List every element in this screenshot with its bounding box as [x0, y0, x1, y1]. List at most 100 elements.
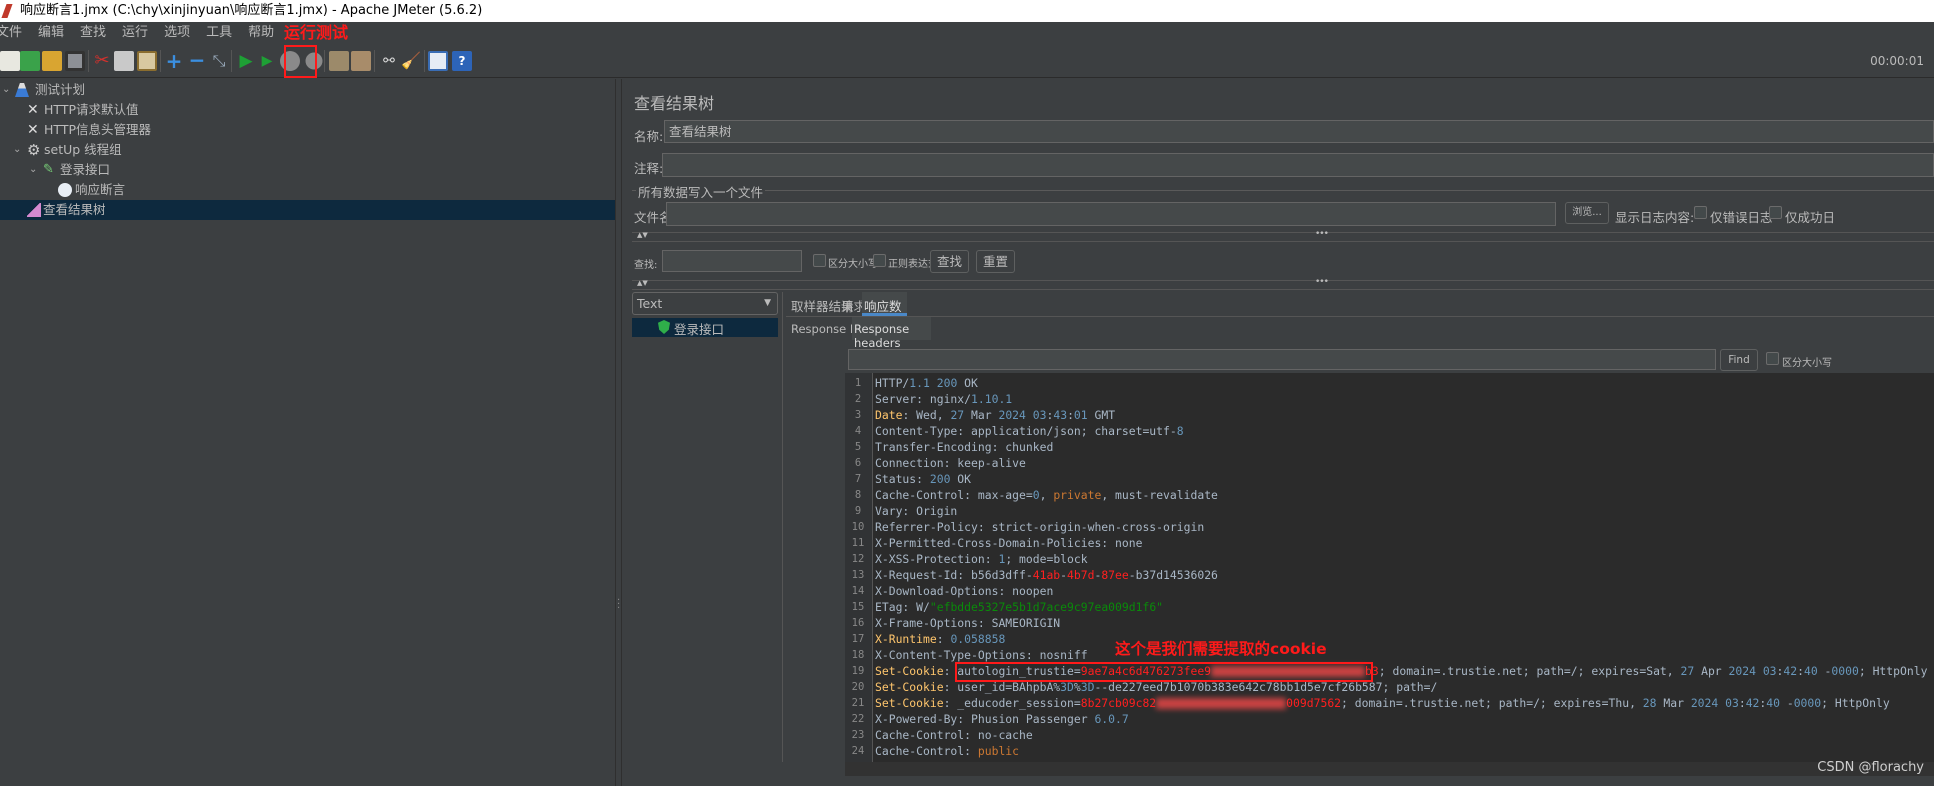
name-input[interactable]: 查看结果树: [664, 120, 1934, 143]
code-token: ; domain=.trustie.net; path=/; expires=T…: [1341, 696, 1643, 710]
search-input[interactable]: [662, 250, 802, 272]
horizontal-scrollbar[interactable]: [845, 762, 1934, 776]
templates-icon[interactable]: [20, 51, 40, 71]
tab-response-data[interactable]: 响应数据: [862, 292, 907, 333]
menu-options[interactable]: 选项: [156, 22, 198, 44]
tabs-divider: [786, 316, 1934, 317]
start-no-pause-icon[interactable]: ▶: [257, 51, 277, 71]
reset-button[interactable]: 重置: [976, 250, 1015, 273]
code-token: Transfer-Encoding: chunked: [875, 440, 1054, 454]
comment-input[interactable]: [662, 153, 1934, 177]
filename-input[interactable]: [666, 202, 1556, 226]
menu-search[interactable]: 查找: [72, 22, 114, 44]
code-token: Mar: [1656, 696, 1691, 710]
code-token: --de227eed7b1070b383e642c78bb1d5e7cf26b5…: [1094, 680, 1438, 694]
split-divider-top[interactable]: ▲▼ •••: [632, 229, 1934, 242]
clear-all-icon[interactable]: [351, 51, 371, 71]
assertion-icon: [58, 183, 72, 197]
code-token: HTTP/: [875, 376, 910, 390]
code-token: X-Runtime: [875, 632, 937, 646]
line-number: 3: [854, 409, 862, 421]
chevron-down-icon[interactable]: ⌄: [13, 140, 21, 160]
search-icon[interactable]: ⚯: [379, 51, 399, 71]
split-pane-divider[interactable]: · · ·: [615, 79, 622, 786]
code-token: GMT: [1087, 408, 1116, 422]
cut-icon[interactable]: ✂: [92, 51, 112, 71]
code-token: Server: nginx/: [875, 392, 972, 406]
paste-icon[interactable]: [137, 51, 157, 71]
expand-icon[interactable]: +: [164, 51, 184, 71]
code-line: ETag: W/"efbdde5327e5b1d7ace9c97ea009d1f…: [875, 599, 1163, 615]
code-token: ; domain=.trustie.net; path=/; expires=S…: [1378, 664, 1681, 678]
tree-item-login-sampler[interactable]: ⌄ ✎ 登录接口: [0, 160, 615, 180]
menu-edit[interactable]: 编辑: [30, 22, 72, 44]
split-divider-bottom[interactable]: ▲▼ •••: [632, 277, 1934, 290]
code-token: X-Download-Options: noopen: [875, 584, 1054, 598]
tree-item-label: 测试计划: [35, 82, 86, 97]
renderer-select[interactable]: Text ▼: [632, 292, 778, 315]
open-icon[interactable]: [42, 51, 62, 71]
code-token: : user_id=BAhpbA%: [943, 680, 1061, 694]
code-token: ; HttpOnly: [1858, 664, 1928, 678]
code-token: Cache-Control: max-age=: [875, 488, 1033, 502]
tree-item-response-assertion[interactable]: 响应断言: [0, 180, 615, 200]
code-token: 41ab: [1032, 568, 1061, 582]
find-input[interactable]: [848, 349, 1716, 370]
help-icon[interactable]: ?: [452, 51, 472, 71]
success-only-label: 仅成功日: [1785, 210, 1836, 225]
menu-help[interactable]: 帮助: [240, 22, 282, 44]
clear-icon[interactable]: [329, 51, 349, 71]
tree-item-label: HTTP信息头管理器: [44, 122, 151, 137]
code-token: Set-Cookie: [875, 696, 944, 710]
tree-item-view-results-tree[interactable]: 查看结果树: [0, 200, 615, 220]
browse-button[interactable]: 浏览...: [1565, 202, 1609, 224]
code-token: 8: [1176, 424, 1184, 438]
find-case-checkbox[interactable]: [1766, 352, 1779, 365]
chevron-down-icon[interactable]: ⌄: [29, 160, 37, 180]
tree-item-header-manager[interactable]: ✕ HTTP信息头管理器: [0, 120, 615, 140]
line-number: 6: [854, 457, 862, 469]
line-number: 17: [851, 633, 865, 645]
toggle-icon[interactable]: ⤡: [209, 51, 229, 71]
chevron-down-icon[interactable]: ⌄: [2, 80, 10, 100]
success-only-checkbox[interactable]: [1769, 206, 1782, 219]
search-button[interactable]: 查找: [930, 250, 969, 273]
find-case-label: 区分大小写: [1782, 358, 1832, 369]
code-token: 0000: [1793, 696, 1822, 710]
copy-icon[interactable]: [114, 51, 134, 71]
log-display-label: 显示日志内容:: [1615, 210, 1695, 225]
result-item[interactable]: 登录接口: [632, 318, 778, 337]
subtab-response-headers[interactable]: Response headers: [852, 317, 931, 350]
tree-item-http-defaults[interactable]: ✕ HTTP请求默认值: [0, 100, 615, 120]
code-token: 01: [1073, 408, 1088, 422]
code-token: ETag: W/: [875, 600, 930, 614]
errors-only-checkbox[interactable]: [1694, 206, 1707, 219]
code-token: 42: [1745, 696, 1760, 710]
code-token: Set-Cookie: [875, 664, 944, 678]
code-token: 40: [1766, 696, 1780, 710]
reset-search-icon[interactable]: 🧹: [401, 51, 421, 71]
menu-tools[interactable]: 工具: [198, 22, 240, 44]
collapse-icon[interactable]: −: [187, 50, 207, 71]
code-token: :: [936, 632, 951, 646]
tree-item-test-plan[interactable]: ⌄ 测试计划: [0, 80, 615, 100]
find-button[interactable]: Find: [1720, 349, 1758, 371]
save-icon[interactable]: [65, 51, 85, 71]
test-plan-icon: [15, 83, 29, 97]
results-split-divider[interactable]: [782, 292, 786, 762]
elapsed-timer: 00:00:01: [1870, 54, 1924, 68]
menu-file[interactable]: 文件: [0, 22, 30, 44]
start-icon[interactable]: ▶: [236, 51, 256, 71]
tree-item-label: 登录接口: [60, 162, 111, 177]
code-token: ,: [1039, 488, 1054, 502]
new-icon[interactable]: [0, 51, 20, 71]
regex-checkbox[interactable]: [873, 254, 886, 267]
code-token: 3D: [1080, 680, 1095, 694]
code-line: Server: nginx/1.10.1: [875, 391, 1012, 407]
function-helper-icon[interactable]: [428, 51, 448, 71]
case-sensitive-checkbox[interactable]: [813, 254, 826, 267]
menu-run[interactable]: 运行: [114, 22, 156, 44]
tree-item-setup-thread-group[interactable]: ⌄ ⚙ setUp 线程组: [0, 140, 615, 160]
code-token: Cache-Control: no-cache: [875, 728, 1033, 742]
response-headers-editor[interactable]: 1234567891011121314151617181920212223242…: [845, 373, 1934, 773]
